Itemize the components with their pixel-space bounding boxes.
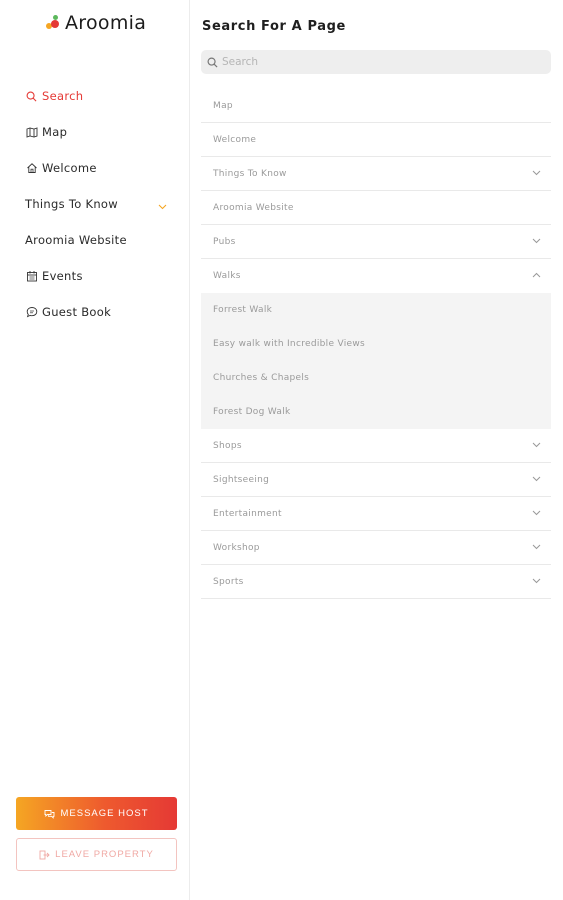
subpage-item-label: Churches & Chapels bbox=[213, 373, 310, 383]
chevron-down-icon[interactable] bbox=[532, 169, 541, 179]
page-item-pubs[interactable]: Pubs bbox=[201, 225, 551, 259]
sidebar-nav: Search Map Welcome Things To Know Aroomi… bbox=[25, 78, 175, 330]
walks-submenu: Forrest Walk Easy walk with Incredible V… bbox=[201, 293, 551, 429]
subpage-item-label: Forrest Walk bbox=[213, 305, 273, 315]
sidebar-item-search[interactable]: Search bbox=[25, 78, 175, 114]
chevron-down-icon[interactable] bbox=[532, 509, 541, 519]
page-item-aroomia-website[interactable]: Aroomia Website bbox=[201, 191, 551, 225]
sidebar: Aroomia Search Map Welcome Things To Kno… bbox=[0, 0, 190, 900]
sidebar-item-label: Map bbox=[42, 125, 68, 139]
page-item-welcome[interactable]: Welcome bbox=[201, 123, 551, 157]
chevron-down-icon[interactable] bbox=[532, 577, 541, 587]
sidebar-item-things-to-know[interactable]: Things To Know bbox=[25, 186, 175, 222]
leave-property-button[interactable]: LEAVE PROPERTY bbox=[16, 838, 177, 871]
subpage-item-label: Forest Dog Walk bbox=[213, 407, 291, 417]
search-input[interactable] bbox=[222, 56, 522, 68]
sidebar-item-label: Aroomia Website bbox=[25, 233, 127, 247]
page-item-label: Sports bbox=[213, 576, 244, 587]
chevron-down-icon[interactable] bbox=[532, 543, 541, 553]
subpage-item-forest-dog-walk[interactable]: Forest Dog Walk bbox=[201, 395, 551, 429]
chat-icon bbox=[25, 306, 38, 319]
chevron-down-icon[interactable] bbox=[532, 441, 541, 451]
sidebar-item-welcome[interactable]: Welcome bbox=[25, 150, 175, 186]
sidebar-item-aroomia-website[interactable]: Aroomia Website bbox=[25, 222, 175, 258]
page-item-label: Map bbox=[213, 100, 233, 111]
subpage-item-churches-chapels[interactable]: Churches & Chapels bbox=[201, 361, 551, 395]
sidebar-item-label: Guest Book bbox=[42, 305, 112, 319]
page-item-label: Workshop bbox=[213, 542, 260, 553]
message-host-label: MESSAGE HOST bbox=[60, 808, 149, 819]
page-item-label: Shops bbox=[213, 440, 242, 451]
subpage-item-label: Easy walk with Incredible Views bbox=[213, 339, 365, 349]
subpage-item-easy-walk[interactable]: Easy walk with Incredible Views bbox=[201, 327, 551, 361]
sidebar-item-guest-book[interactable]: Guest Book bbox=[25, 294, 175, 330]
sidebar-item-label: Search bbox=[42, 89, 84, 103]
page-item-label: Entertainment bbox=[213, 508, 282, 519]
page-item-shops[interactable]: Shops bbox=[201, 429, 551, 463]
sidebar-item-label: Events bbox=[42, 269, 83, 283]
subpage-item-forrest-walk[interactable]: Forrest Walk bbox=[201, 293, 551, 327]
chevron-up-icon[interactable] bbox=[532, 271, 541, 281]
search-icon bbox=[207, 53, 218, 72]
page-item-sports[interactable]: Sports bbox=[201, 565, 551, 599]
search-icon bbox=[25, 90, 38, 103]
map-icon bbox=[25, 126, 38, 139]
page-item-label: Things To Know bbox=[213, 168, 287, 179]
home-icon bbox=[25, 162, 38, 175]
search-bar[interactable] bbox=[201, 50, 551, 74]
page-item-workshop[interactable]: Workshop bbox=[201, 531, 551, 565]
page-title: Search For A Page bbox=[202, 19, 346, 34]
page-item-label: Sightseeing bbox=[213, 474, 270, 485]
sidebar-item-map[interactable]: Map bbox=[25, 114, 175, 150]
logo-text: Aroomia bbox=[65, 12, 147, 34]
page-item-map[interactable]: Map bbox=[201, 89, 551, 123]
chevron-down-icon[interactable] bbox=[158, 199, 167, 213]
message-host-button[interactable]: MESSAGE HOST bbox=[16, 797, 177, 830]
logo-mark bbox=[44, 14, 62, 32]
page-item-label: Pubs bbox=[213, 236, 236, 247]
page-item-entertainment[interactable]: Entertainment bbox=[201, 497, 551, 531]
logo[interactable]: Aroomia bbox=[44, 12, 146, 34]
chevron-down-icon[interactable] bbox=[532, 475, 541, 485]
page-item-label: Walks bbox=[213, 271, 241, 281]
sidebar-item-label: Things To Know bbox=[25, 197, 118, 211]
page-list: Map Welcome Things To Know Aroomia Websi… bbox=[201, 89, 551, 599]
calendar-icon bbox=[25, 270, 38, 283]
chevron-down-icon[interactable] bbox=[532, 237, 541, 247]
sidebar-item-events[interactable]: Events bbox=[25, 258, 175, 294]
message-icon bbox=[44, 809, 55, 819]
page-item-sightseeing[interactable]: Sightseeing bbox=[201, 463, 551, 497]
page-item-label: Welcome bbox=[213, 134, 257, 145]
page-item-label: Aroomia Website bbox=[213, 202, 294, 213]
page-item-things-to-know[interactable]: Things To Know bbox=[201, 157, 551, 191]
exit-icon bbox=[39, 850, 50, 860]
leave-property-label: LEAVE PROPERTY bbox=[55, 849, 154, 860]
sidebar-item-label: Welcome bbox=[42, 161, 97, 175]
page-item-walks[interactable]: Walks bbox=[201, 259, 551, 293]
main-content: Search For A Page Map Welcome Things To … bbox=[190, 0, 563, 900]
